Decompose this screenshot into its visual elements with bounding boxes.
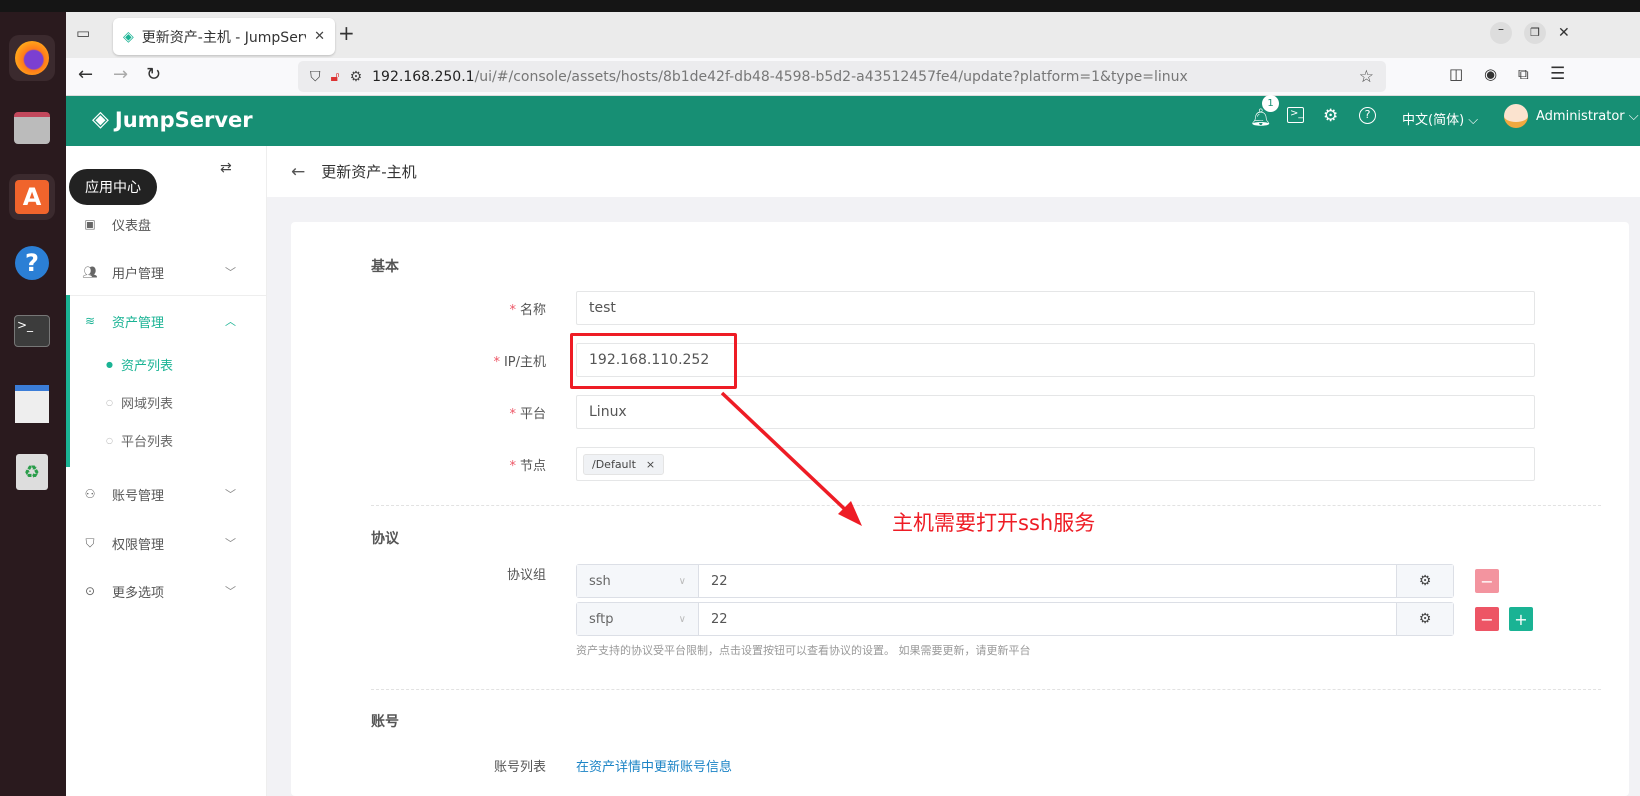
arrow-line [720,391,854,518]
dock-tooltip: 应用中心 [69,169,157,205]
annotation-arrow [720,391,862,526]
annotation-text: 主机需要打开ssh服务 [892,511,1096,535]
